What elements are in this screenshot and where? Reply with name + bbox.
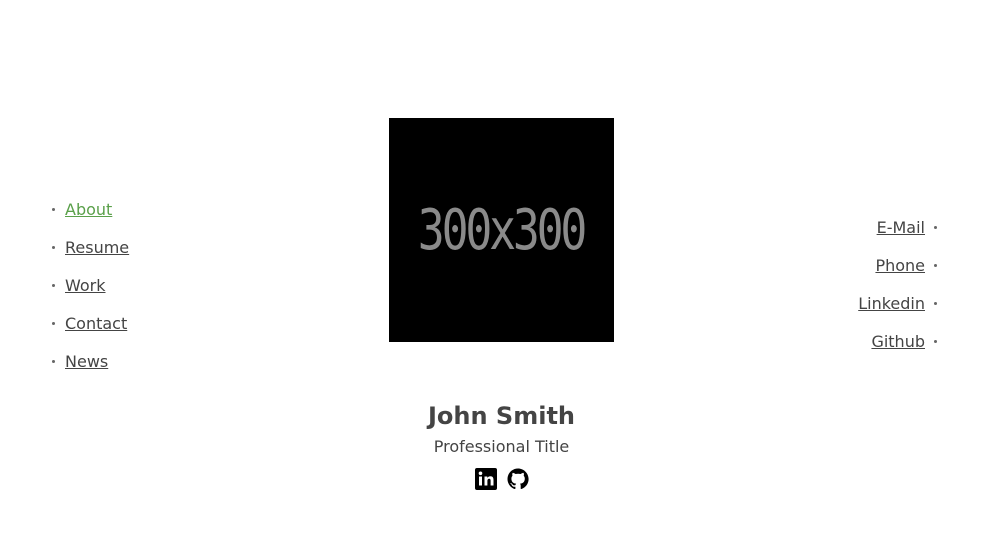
- profile-image-placeholder: 300x300: [389, 118, 614, 342]
- nav-link-news[interactable]: News: [65, 352, 108, 371]
- contact-item-email: E-Mail: [858, 208, 937, 246]
- right-contact-links: E-Mail Phone Linkedin Github: [858, 208, 937, 360]
- nav-link-about[interactable]: About: [65, 200, 112, 219]
- nav-item-resume: Resume: [52, 228, 129, 266]
- placeholder-label: 300x300: [418, 197, 588, 263]
- bullet-dot: [52, 283, 55, 287]
- linkedin-link[interactable]: Linkedin: [858, 294, 925, 313]
- nav-item-work: Work: [52, 266, 129, 304]
- nav-link-work[interactable]: Work: [65, 276, 106, 295]
- phone-link[interactable]: Phone: [875, 256, 925, 275]
- nav-item-contact: Contact: [52, 304, 129, 342]
- bullet-dot: [52, 245, 55, 249]
- github-link[interactable]: Github: [871, 332, 925, 351]
- contact-item-github: Github: [858, 322, 937, 360]
- contact-item-phone: Phone: [858, 246, 937, 284]
- email-link[interactable]: E-Mail: [877, 218, 925, 237]
- profile-title: Professional Title: [433, 437, 570, 456]
- bullet-dot: [934, 339, 937, 343]
- nav-link-contact[interactable]: Contact: [65, 314, 127, 333]
- bullet-dot: [934, 263, 937, 267]
- bullet-dot: [52, 321, 55, 325]
- bullet-dot: [934, 301, 937, 305]
- github-icon[interactable]: [506, 467, 530, 491]
- linkedin-icon[interactable]: [474, 467, 498, 491]
- contact-item-linkedin: Linkedin: [858, 284, 937, 322]
- nav-item-about: About: [52, 190, 129, 228]
- bullet-dot: [934, 225, 937, 229]
- nav-link-resume[interactable]: Resume: [65, 238, 129, 257]
- profile-name: John Smith: [427, 402, 576, 430]
- bullet-dot: [52, 207, 55, 211]
- bullet-dot: [52, 359, 55, 363]
- left-navigation: About Resume Work Contact News: [52, 190, 129, 380]
- social-icons: [0, 467, 1003, 491]
- nav-item-news: News: [52, 342, 129, 380]
